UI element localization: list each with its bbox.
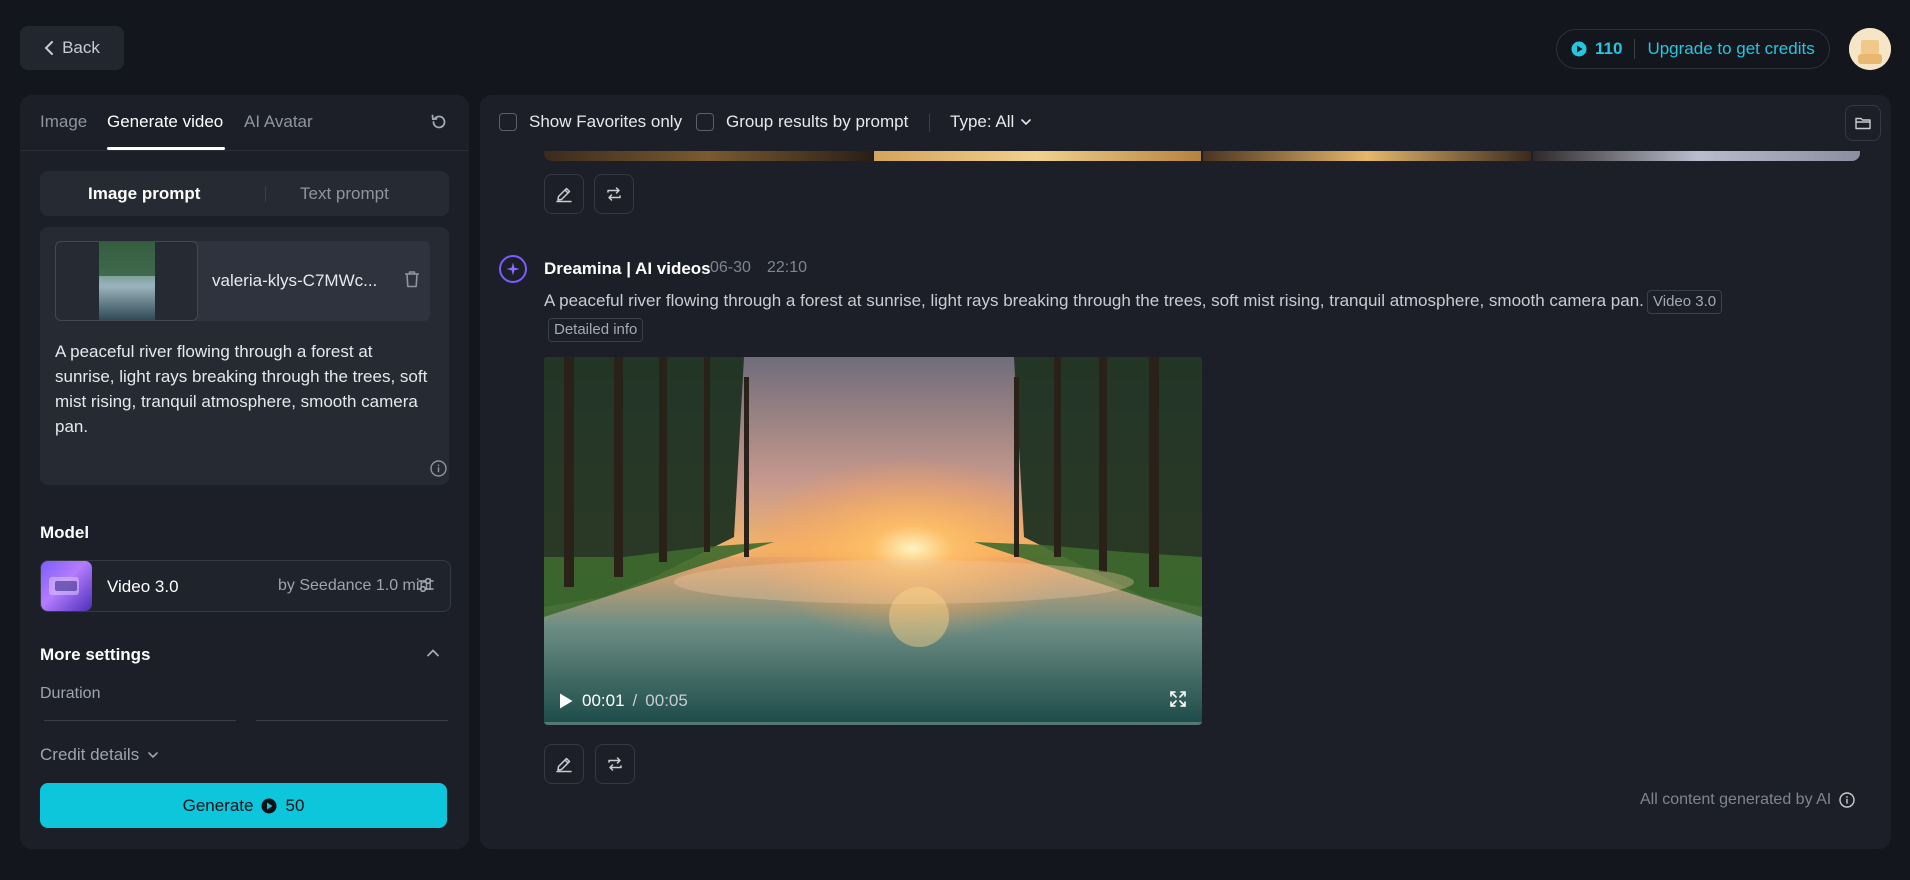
info-icon[interactable]: [1839, 792, 1855, 808]
prompt-box: valeria-klys-C7MWc... A peaceful river f…: [40, 227, 449, 485]
credit-details-label: Credit details: [40, 745, 140, 764]
model-badge: Video 3.0: [1647, 290, 1723, 314]
edit-icon: [555, 185, 573, 203]
image-prompt-option[interactable]: Image prompt: [88, 184, 200, 204]
post-prompt: A peaceful river flowing through a fores…: [544, 291, 1644, 310]
back-label: Back: [62, 38, 100, 57]
divider: [929, 114, 930, 132]
model-label: Model: [40, 523, 90, 542]
dreamina-logo-icon: [499, 255, 527, 283]
folder-icon: [1855, 116, 1871, 130]
previous-frame: [544, 151, 872, 161]
refresh-icon[interactable]: [430, 113, 448, 131]
post-time: 22:10: [767, 259, 808, 276]
video-controls: 00:01 / 00:05: [558, 691, 688, 711]
type-filter-label: Type: All: [950, 112, 1015, 131]
prompt-mode-toggle: Image prompt Text prompt: [40, 171, 449, 216]
reedit-button[interactable]: [544, 744, 584, 784]
model-selector[interactable]: Video 3.0 by Seedance 1.0 mini: [40, 560, 451, 612]
chevron-down-icon: [147, 749, 159, 761]
previous-frame: [1532, 151, 1860, 161]
info-icon[interactable]: [430, 460, 447, 477]
image-thumbnail: [99, 242, 155, 320]
time-separator: /: [632, 691, 638, 710]
avatar[interactable]: [1849, 28, 1891, 70]
uploaded-image-card: valeria-klys-C7MWc...: [55, 241, 430, 321]
chevron-up-icon[interactable]: [426, 646, 440, 660]
back-button[interactable]: Back: [20, 26, 124, 70]
credit-details-toggle[interactable]: Credit details: [40, 745, 159, 765]
credits-count: 110: [1595, 39, 1623, 58]
group-checkbox[interactable]: [696, 113, 714, 131]
video-total-time: 00:05: [645, 691, 688, 710]
tab-generate-video[interactable]: Generate video: [107, 112, 223, 132]
tab-image[interactable]: Image: [40, 112, 87, 132]
edit-icon: [555, 755, 573, 773]
remix-icon: [606, 755, 624, 773]
previous-frame: [873, 151, 1201, 161]
group-label[interactable]: Group results by prompt: [726, 112, 908, 132]
chevron-left-icon: [44, 41, 54, 55]
tab-ai-avatar[interactable]: AI Avatar: [244, 112, 313, 132]
type-filter-dropdown[interactable]: Type: All: [950, 112, 1032, 132]
text-prompt-option[interactable]: Text prompt: [300, 184, 389, 204]
regenerate-button[interactable]: [595, 744, 635, 784]
model-name: Video 3.0: [107, 577, 179, 596]
remix-icon: [605, 185, 623, 203]
chevron-down-icon: [1020, 116, 1032, 128]
ai-generated-note: All content generated by AI: [1640, 791, 1855, 809]
video-current-time: 00:01: [582, 691, 625, 710]
video-progress-bar[interactable]: [544, 722, 1202, 725]
divider: [265, 186, 266, 202]
credit-coin-icon: [1571, 41, 1587, 57]
prompt-textarea[interactable]: A peaceful river flowing through a fores…: [55, 339, 435, 439]
model-provider: by Seedance 1.0 mini: [278, 577, 432, 594]
post-author: Dreamina | AI videos: [544, 259, 711, 278]
trash-icon[interactable]: [404, 270, 420, 288]
left-panel: Image Generate video AI Avatar Image pro…: [20, 95, 469, 849]
previous-result-strip[interactable]: [544, 151, 1860, 161]
upgrade-link[interactable]: Upgrade to get credits: [1647, 39, 1814, 59]
divider: [1634, 39, 1636, 59]
results-panel: Show Favorites only Group results by pro…: [480, 95, 1891, 849]
favorites-checkbox[interactable]: [499, 113, 517, 131]
play-icon[interactable]: [558, 692, 574, 710]
favorites-label[interactable]: Show Favorites only: [529, 112, 682, 132]
reedit-button[interactable]: [544, 174, 584, 214]
duration-label: Duration: [40, 685, 101, 702]
file-name: valeria-klys-C7MWc...: [212, 271, 378, 290]
tab-bar: Image Generate video AI Avatar: [20, 95, 469, 151]
duration-option[interactable]: [44, 720, 236, 721]
credits-pill[interactable]: 110 Upgrade to get credits: [1556, 29, 1830, 69]
credit-coin-icon: [261, 798, 277, 814]
filter-bar: Show Favorites only Group results by pro…: [480, 95, 1891, 151]
ai-note-label: All content generated by AI: [1640, 791, 1832, 808]
regenerate-button[interactable]: [594, 174, 634, 214]
video-frame: [544, 357, 1202, 725]
model-thumbnail: [41, 561, 92, 611]
image-thumbnail-frame[interactable]: [55, 241, 198, 321]
generate-cost: 50: [285, 795, 305, 815]
more-settings-label[interactable]: More settings: [40, 645, 151, 665]
post-date: 06-30: [710, 259, 751, 276]
folder-button[interactable]: [1845, 105, 1881, 141]
generate-label: Generate: [182, 795, 254, 815]
previous-frame: [1203, 151, 1531, 161]
video-player[interactable]: 00:01 / 00:05: [544, 357, 1202, 725]
detailed-info-button[interactable]: Detailed info: [548, 318, 644, 342]
tab-underline: [107, 147, 225, 150]
generate-button[interactable]: Generate 50: [40, 783, 447, 828]
fullscreen-icon[interactable]: [1170, 691, 1186, 707]
sliders-icon[interactable]: [417, 576, 435, 594]
duration-option[interactable]: [256, 720, 448, 721]
